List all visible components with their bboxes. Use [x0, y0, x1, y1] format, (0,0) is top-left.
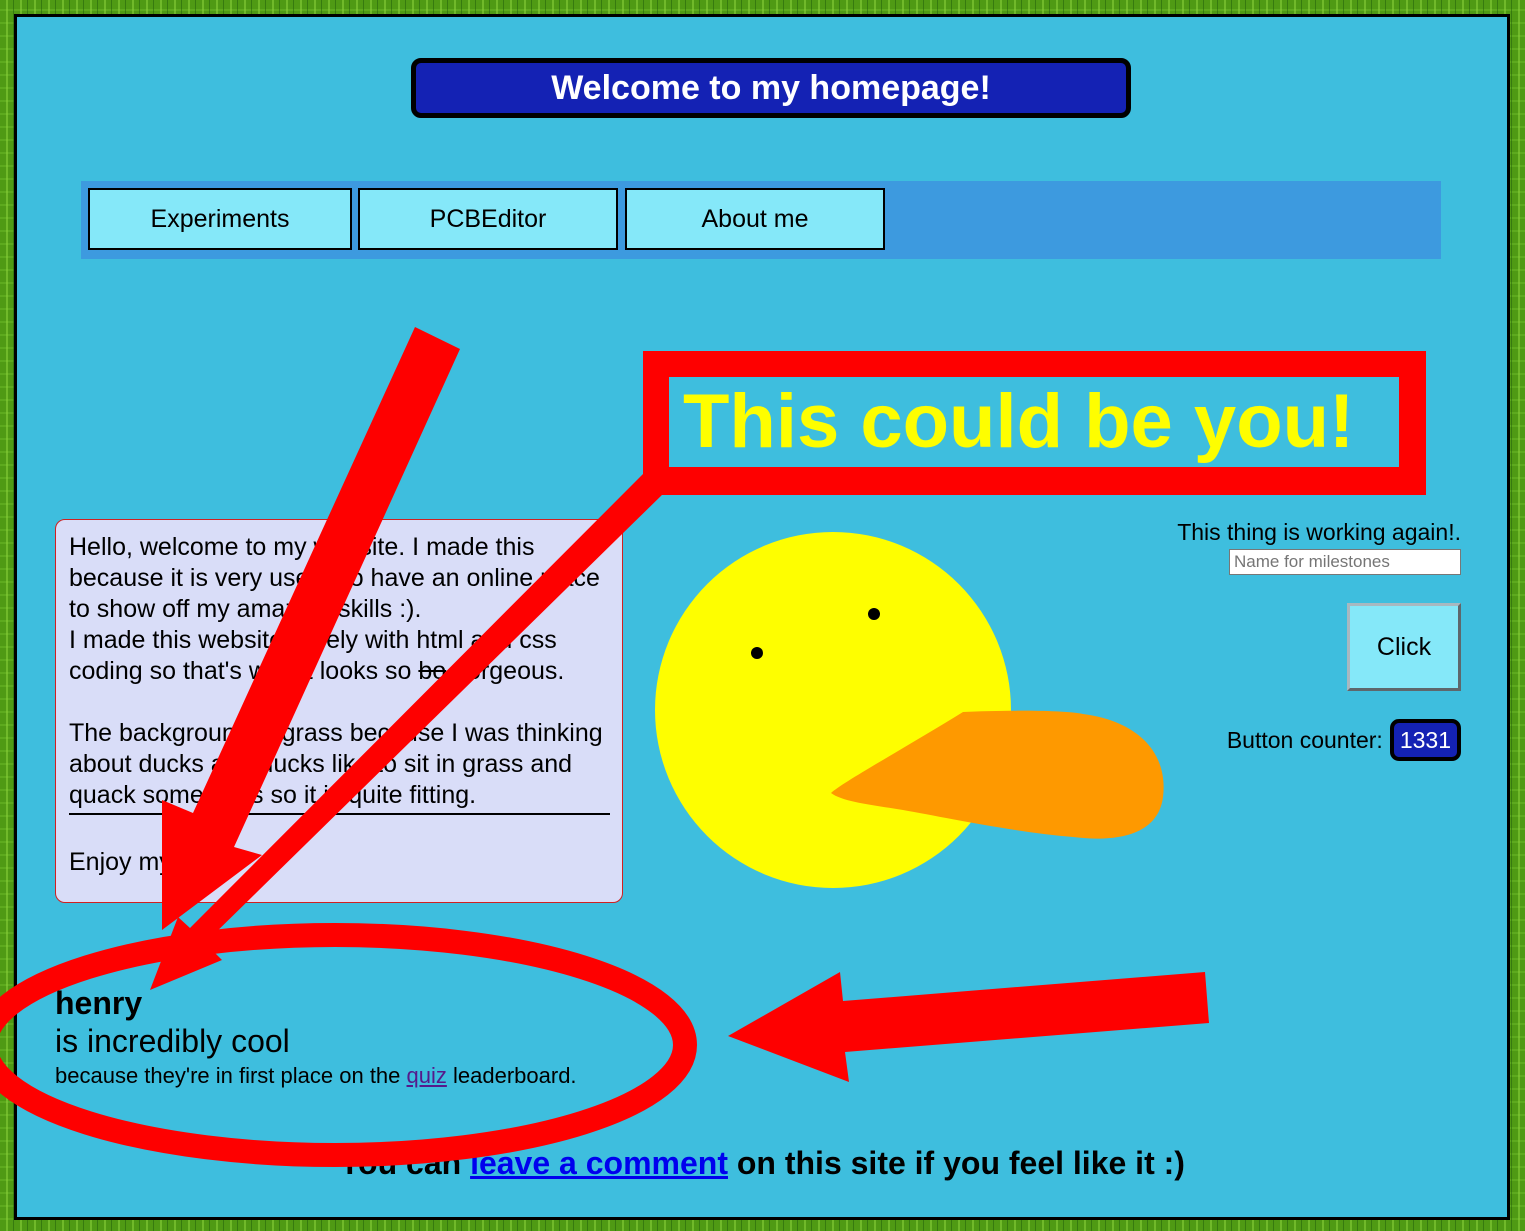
- intro-paragraph-1: Hello, welcome to my website. I made thi…: [69, 533, 600, 623]
- leader-reason-start: because they're in first place on the: [55, 1063, 407, 1088]
- leader-tagline: is incredibly cool: [55, 1023, 290, 1059]
- headline-frame: This could be you!: [643, 351, 1426, 495]
- leaderboard-highlight: henry is incredibly cool because they're…: [55, 983, 577, 1091]
- milestone-name-input[interactable]: [1229, 549, 1461, 575]
- duck-eye-right: [868, 608, 880, 620]
- nav-bar: Experiments PCBEditor About me: [81, 181, 1441, 259]
- struck-word: bo: [418, 657, 447, 685]
- intro-line2-end: gorgeous.: [446, 657, 565, 685]
- intro-closing: Enjoy my site :): [69, 848, 240, 876]
- intro-paragraph-3: The background is grass because I was th…: [69, 719, 603, 809]
- status-text: This thing is working again!.: [1177, 519, 1461, 545]
- divider: [69, 813, 610, 815]
- leader-reason-end: leaderboard.: [446, 1063, 577, 1088]
- nav-experiments-button[interactable]: Experiments: [88, 188, 352, 250]
- intro-text-box: Hello, welcome to my website. I made thi…: [55, 519, 623, 903]
- page-container: Welcome to my homepage! Experiments PCBE…: [14, 14, 1510, 1220]
- click-button[interactable]: Click: [1347, 603, 1461, 691]
- page-title: Welcome to my homepage!: [411, 58, 1131, 118]
- duck-head: [655, 532, 1011, 888]
- duck-drawing: [655, 532, 1164, 888]
- counter-label: Button counter:: [1226, 726, 1383, 753]
- nav-pcbeditor-button[interactable]: PCBEditor: [358, 188, 618, 250]
- leader-reason: because they're in first place on the qu…: [55, 1061, 577, 1091]
- intro-paragraph-2: I made this website purely with html and…: [69, 625, 609, 687]
- button-counter: Button counter: 1331: [1227, 719, 1461, 761]
- comment-prompt-start: You can: [339, 1145, 471, 1181]
- comment-prompt: You can leave a comment on this site if …: [17, 1145, 1507, 1182]
- nav-about-me-button[interactable]: About me: [625, 188, 885, 250]
- headline-text: This could be you!: [669, 377, 1399, 467]
- leave-comment-link[interactable]: leave a comment: [470, 1145, 728, 1181]
- leader-name: henry: [55, 985, 143, 1021]
- duck-eye-left: [751, 647, 763, 659]
- quiz-link[interactable]: quiz: [407, 1063, 447, 1088]
- comment-prompt-end: on this site if you feel like it :): [727, 1145, 1185, 1181]
- counter-value-badge: 1331: [1389, 719, 1461, 761]
